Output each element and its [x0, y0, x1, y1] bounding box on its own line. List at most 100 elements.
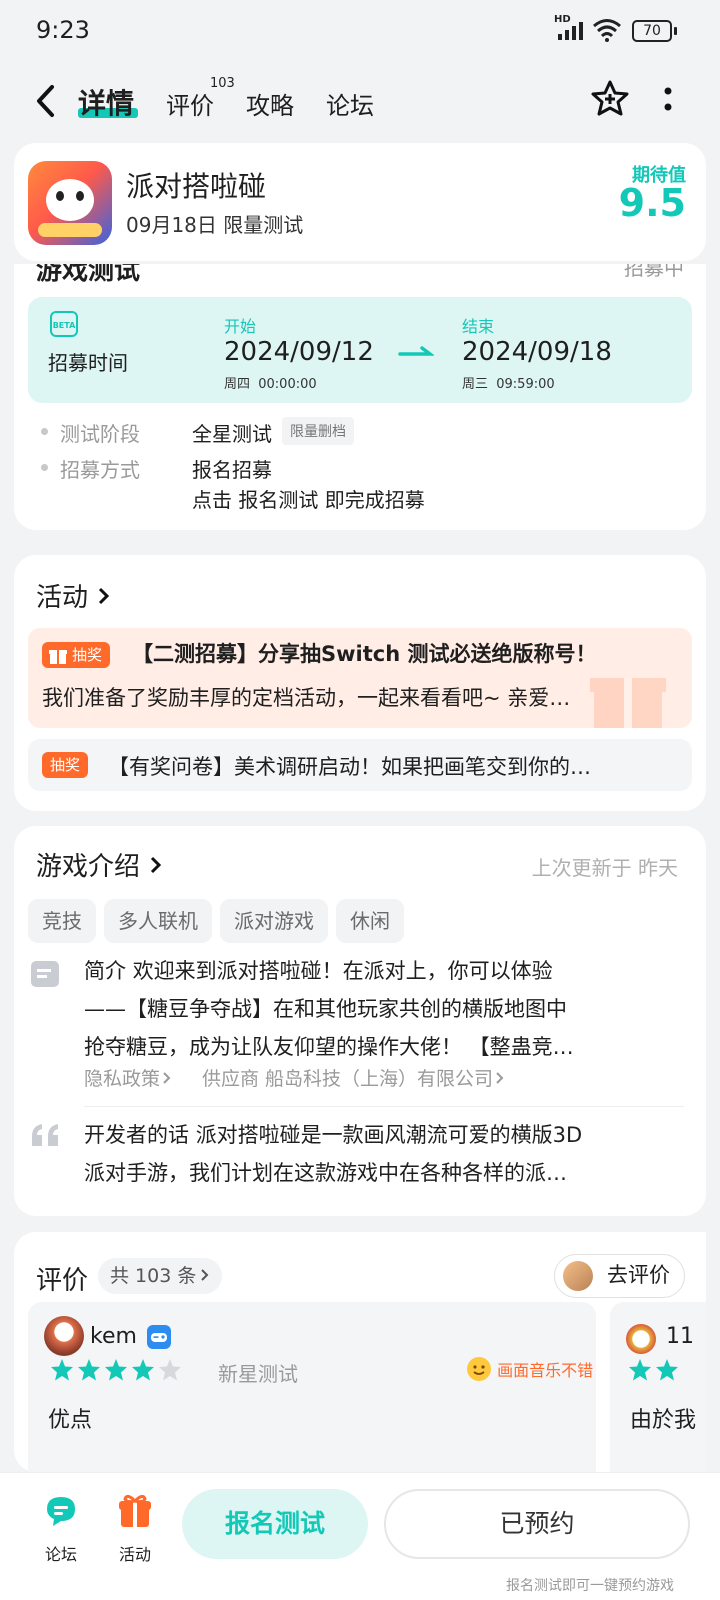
status-time: 9:23 [36, 16, 90, 44]
intro-brief[interactable]: 简介 欢迎来到派对搭啦碰！在派对上，你可以体验 ——【糖豆争夺战】在和其他玩家共… [84, 952, 684, 1066]
intro-updated: 上次更新于 昨天 [531, 856, 678, 880]
start-sub: 周四 00:00:00 [224, 377, 317, 392]
chevron-right-icon [151, 856, 162, 874]
signup-test-button[interactable]: 报名测试 [182, 1489, 368, 1559]
user-avatar [563, 1261, 593, 1291]
app-header-card: 派对搭啦碰 09月18日 限量测试 期待值 9.5 [14, 143, 706, 261]
activity-title[interactable]: 活动 [36, 577, 111, 614]
chevron-right-icon [201, 1269, 209, 1281]
tab-forum[interactable]: 论坛 [326, 86, 374, 121]
status-bar: 9:23 HD 70 [0, 0, 720, 64]
nav-bar: 详情 评价 103 攻略 论坛 [0, 70, 720, 134]
reserve-note: 报名测试即可一键预约游戏 [506, 1578, 674, 1594]
tag-list: 竞技 多人联机 派对游戏 休闲 [28, 899, 412, 943]
review-username: kem [90, 1324, 137, 1349]
tag-item[interactable]: 派对游戏 [220, 899, 328, 943]
avatar [44, 1316, 84, 1356]
lottery-tag: 抽奖 [42, 752, 89, 778]
wifi-icon [593, 19, 621, 42]
star-icon [656, 1359, 678, 1381]
bottom-activity[interactable]: 活动 [110, 1491, 160, 1565]
beta-icon: BETA [50, 311, 78, 337]
star-icon [629, 1359, 651, 1381]
signal-icon: HD [554, 14, 586, 46]
divider [84, 1106, 684, 1107]
favorite-star-icon[interactable] [590, 78, 630, 118]
chevron-right-icon [163, 1072, 171, 1084]
review-content: 由於我 [630, 1408, 697, 1433]
review-content: 优点 [48, 1408, 93, 1433]
tab-guide[interactable]: 攻略 [246, 86, 294, 121]
arrow-right-icon [398, 346, 434, 356]
activity-item[interactable]: 抽奖 【有奖问卷】美术调研启动！如果把画笔交到你的… [28, 739, 692, 791]
star-icon [105, 1359, 127, 1381]
rating-stars [628, 1358, 682, 1386]
avatar [626, 1324, 656, 1354]
quote-icon [32, 1124, 58, 1146]
go-review-button[interactable]: 去评价 [554, 1254, 685, 1298]
intro-card: 游戏介绍 上次更新于 昨天 竞技 多人联机 派对游戏 休闲 简介 欢迎来到派对搭啦碰！… [14, 826, 706, 1216]
review-item[interactable]: kem 新星测试 画面音乐不错 优点 [28, 1302, 596, 1472]
method-desc: 点击 报名测试 即完成招募 [192, 488, 425, 512]
app-name: 派对搭啦碰 [126, 170, 267, 203]
gamepad-badge-icon [147, 1325, 171, 1349]
test-section-status: 招募中 [624, 264, 684, 280]
supplier-link[interactable]: 供应商 船岛科技（上海）有限公司 [202, 1064, 505, 1091]
chat-bubble-icon [47, 1497, 75, 1526]
method-value: 报名招募 [192, 458, 272, 482]
reserved-button[interactable]: 已预约 [384, 1489, 690, 1559]
test-section-title: 游戏测试 [36, 264, 141, 286]
gift-icon [119, 1494, 151, 1527]
review-item[interactable]: 11 由於我 [610, 1302, 706, 1472]
lottery-tag: 抽奖 [42, 642, 111, 668]
tab-detail[interactable]: 详情 [78, 82, 138, 122]
battery-icon: 70 [632, 20, 672, 42]
rating-stars [50, 1358, 185, 1386]
end-date: 2024/09/18 [462, 337, 612, 367]
chevron-right-icon [496, 1072, 504, 1084]
app-subtitle: 09月18日 限量测试 [126, 213, 304, 237]
recruit-time-panel: BETA 招募时间 开始 2024/09/12 周四 00:00:00 结束 2… [28, 297, 692, 403]
activity-item-title: 【二测招募】分享抽Switch 测试必送绝版称号！ [132, 642, 597, 666]
battery-tip [674, 27, 677, 35]
tag-item[interactable]: 竞技 [28, 899, 96, 943]
more-menu-icon[interactable] [662, 82, 674, 116]
star-icon [132, 1359, 154, 1381]
star-icon [51, 1359, 73, 1381]
bottom-bar: 论坛 活动 报名测试 已预约 报名测试即可一键预约游戏 [0, 1472, 720, 1600]
back-arrow-icon[interactable] [34, 84, 58, 118]
bottom-forum[interactable]: 论坛 [36, 1491, 86, 1565]
review-stage: 新星测试 [218, 1362, 298, 1386]
smile-icon [467, 1357, 491, 1381]
app-icon [28, 161, 112, 245]
end-sub: 周三 09:59:00 [462, 377, 555, 392]
review-badge: 画面音乐不错 [466, 1356, 593, 1382]
tag-item[interactable]: 多人联机 [104, 899, 212, 943]
activity-item-title: 【有奖问卷】美术调研启动！如果把画笔交到你的… [108, 755, 591, 779]
bullet-dot [41, 428, 48, 435]
privacy-link[interactable]: 隐私政策 [84, 1064, 172, 1091]
activity-item-desc: 我们准备了奖励丰厚的定档活动，一起来看看吧~ 亲爱… [42, 686, 571, 710]
star-icon [78, 1359, 100, 1381]
test-card: 游戏测试 招募中 BETA 招募时间 开始 2024/09/12 周四 00:0… [14, 264, 706, 530]
document-icon [31, 961, 59, 987]
stage-tag: 限量删档 [282, 417, 354, 445]
review-username: 11 [666, 1324, 694, 1349]
method-label: 招募方式 [60, 458, 140, 482]
chevron-right-icon [99, 587, 110, 605]
activity-card: 活动 抽奖 【二测招募】分享抽Switch 测试必送绝版称号！ 我们准备了奖励丰… [14, 555, 706, 811]
gift-icon [49, 650, 67, 664]
start-date: 2024/09/12 [224, 337, 374, 367]
recruit-time-label: 招募时间 [48, 351, 128, 375]
reviews-card: 评价 共 103 条 去评价 kem 新星测试 画面音乐不错 优点 11 由於我 [14, 1232, 706, 1472]
tag-item[interactable]: 休闲 [336, 899, 404, 943]
activity-item[interactable]: 抽奖 【二测招募】分享抽Switch 测试必送绝版称号！ 我们准备了奖励丰厚的定… [28, 628, 692, 728]
reviews-count[interactable]: 共 103 条 [98, 1258, 223, 1294]
tab-reviews[interactable]: 评价 103 [166, 76, 235, 121]
stage-value: 全星测试 [192, 422, 272, 446]
tab-reviews-badge: 103 [210, 76, 235, 91]
intro-title[interactable]: 游戏介绍 [36, 846, 163, 883]
expect-value: 9.5 [618, 181, 686, 225]
bullet-dot [41, 464, 48, 471]
developer-words[interactable]: 开发者的话 派对搭啦碰是一款画风潮流可爱的横版3D 派对手游，我们计划在这款游戏… [84, 1116, 684, 1192]
